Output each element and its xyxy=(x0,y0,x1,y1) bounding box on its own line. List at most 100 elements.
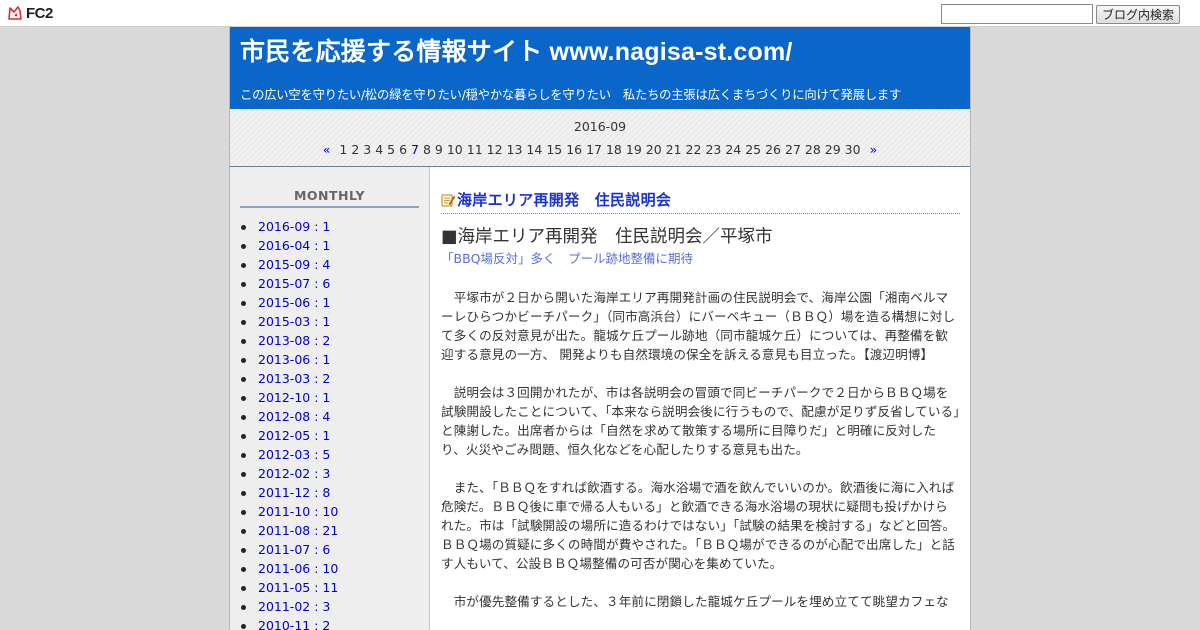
calendar-day: 11 xyxy=(466,142,483,157)
article-subheadline: 「BBQ場反対」多く プール跡地整備に期待 xyxy=(441,251,693,266)
monthly-item: 2015-03 : 1 xyxy=(240,312,419,331)
calendar-day[interactable]: 7 xyxy=(411,142,419,157)
monthly-archive-link[interactable]: 2011-10 : 10 xyxy=(258,504,338,519)
calendar-day: 15 xyxy=(546,142,563,157)
monthly-archive-link[interactable]: 2013-06 : 1 xyxy=(258,352,330,367)
calendar-day: 20 xyxy=(645,142,662,157)
calendar-day: 1 xyxy=(339,142,348,157)
main-content: 海岸エリア再開発 住民説明会 ■海岸エリア再開発 住民説明会／平塚市 「BBQ場… xyxy=(431,167,970,630)
blog-search-button[interactable]: ブログ内検索 xyxy=(1096,5,1180,24)
article-paragraph: また、「ＢＢＱをすれば飲酒する。海水浴場で酒を飲んでいいのか。飲酒後に海に入れば… xyxy=(441,480,956,571)
monthly-item: 2012-05 : 1 xyxy=(240,426,419,445)
calendar-prev-link[interactable]: « xyxy=(323,142,331,157)
monthly-archive-link[interactable]: 2011-08 : 21 xyxy=(258,523,338,538)
monthly-item: 2011-05 : 11 xyxy=(240,578,419,597)
monthly-archive-link[interactable]: 2013-03 : 2 xyxy=(258,371,330,386)
calendar-day: 9 xyxy=(434,142,443,157)
calendar-day: 19 xyxy=(625,142,642,157)
calendar-day: 30 xyxy=(844,142,861,157)
calendar-day: 21 xyxy=(665,142,682,157)
monthly-item: 2012-03 : 5 xyxy=(240,445,419,464)
calendar-day: 29 xyxy=(824,142,841,157)
blog-search-input[interactable] xyxy=(941,4,1093,24)
entry-title-link[interactable]: 海岸エリア再開発 住民説明会 xyxy=(457,189,671,210)
calendar-day-list: 1 2 3 4 5 6 7 8 9 10 11 12 13 14 15 16 1… xyxy=(339,142,860,157)
monthly-item: 2011-10 : 10 xyxy=(240,502,419,521)
calendar-next-link[interactable]: » xyxy=(870,142,878,157)
site-header: 市民を応援する情報サイト www.nagisa-st.com/ この広い空を守り… xyxy=(230,27,970,109)
calendar: 2016-09 « 1 2 3 4 5 6 7 8 9 10 11 12 13 1… xyxy=(230,109,970,167)
calendar-day: 24 xyxy=(725,142,742,157)
calendar-day: 13 xyxy=(506,142,523,157)
calendar-day: 16 xyxy=(566,142,583,157)
calendar-day: 12 xyxy=(486,142,503,157)
monthly-archive-link[interactable]: 2011-06 : 10 xyxy=(258,561,338,576)
monthly-archive-link[interactable]: 2016-04 : 1 xyxy=(258,238,330,253)
fc2-fox-icon xyxy=(7,5,23,21)
monthly-archive-link[interactable]: 2012-02 : 3 xyxy=(258,466,330,481)
monthly-archive-link[interactable]: 2012-10 : 1 xyxy=(258,390,330,405)
calendar-day: 4 xyxy=(375,142,384,157)
calendar-day: 18 xyxy=(605,142,622,157)
monthly-item: 2012-02 : 3 xyxy=(240,464,419,483)
monthly-item: 2015-09 : 4 xyxy=(240,255,419,274)
monthly-item: 2016-09 : 1 xyxy=(240,217,419,236)
sidebar: MONTHLY 2016-09 : 1 2016-04 : 1 2015-09 : … xyxy=(230,167,430,630)
monthly-item: 2012-08 : 4 xyxy=(240,407,419,426)
monthly-item: 2011-12 : 8 xyxy=(240,483,419,502)
monthly-archive-link[interactable]: 2015-06 : 1 xyxy=(258,295,330,310)
calendar-days: « 1 2 3 4 5 6 7 8 9 10 11 12 13 14 15 16 … xyxy=(230,142,970,157)
monthly-archive-link[interactable]: 2011-02 : 3 xyxy=(258,599,330,614)
calendar-day: 25 xyxy=(745,142,762,157)
monthly-archive-link[interactable]: 2016-09 : 1 xyxy=(258,219,330,234)
fc2-logo-text: FC2 xyxy=(26,4,53,22)
monthly-archive-link[interactable]: 2011-05 : 11 xyxy=(258,580,338,595)
monthly-archive-link[interactable]: 2010-11 : 2 xyxy=(258,618,330,630)
fc2-toolbar: FC2 ブログ内検索 xyxy=(0,0,1200,27)
monthly-item: 2011-07 : 6 xyxy=(240,540,419,559)
site-description: この広い空を守りたい/松の緑を守りたい/穏やかな暮らしを守りたい 私たちの主張は… xyxy=(240,88,902,102)
monthly-item: 2013-06 : 1 xyxy=(240,350,419,369)
monthly-archive-link[interactable]: 2012-08 : 4 xyxy=(258,409,330,424)
page-container: 市民を応援する情報サイト www.nagisa-st.com/ この広い空を守り… xyxy=(229,27,971,630)
body-area: MONTHLY 2016-09 : 1 2016-04 : 1 2015-09 : … xyxy=(230,167,970,630)
monthly-item: 2012-10 : 1 xyxy=(240,388,419,407)
entry-header: 海岸エリア再開発 住民説明会 xyxy=(441,189,960,214)
monthly-archive-link[interactable]: 2011-07 : 6 xyxy=(258,542,330,557)
monthly-item: 2011-06 : 10 xyxy=(240,559,419,578)
article-paragraph: 平塚市が２日から開いた海岸エリア再開発計画の住民説明会で、海岸公園「湘南ベルマー… xyxy=(441,290,956,362)
monthly-archive-link[interactable]: 2012-03 : 5 xyxy=(258,447,330,462)
calendar-day: 2 xyxy=(351,142,360,157)
monthly-item: 2015-07 : 6 xyxy=(240,274,419,293)
fc2-logo[interactable]: FC2 xyxy=(7,4,53,22)
monthly-item: 2010-11 : 2 xyxy=(240,616,419,630)
monthly-archive-link[interactable]: 2015-03 : 1 xyxy=(258,314,330,329)
calendar-day: 10 xyxy=(446,142,463,157)
monthly-item: 2011-08 : 21 xyxy=(240,521,419,540)
monthly-item: 2011-02 : 3 xyxy=(240,597,419,616)
calendar-day: 28 xyxy=(804,142,821,157)
article-paragraph: 市が優先整備するとした、３年前に閉鎖した龍城ケ丘プールを埋め立てて眺望カフェな xyxy=(441,594,949,609)
monthly-archive-link[interactable]: 2013-08 : 2 xyxy=(258,333,330,348)
monthly-item: 2013-08 : 2 xyxy=(240,331,419,350)
calendar-day: 6 xyxy=(399,142,408,157)
calendar-day: 8 xyxy=(422,142,431,157)
article-headline: ■海岸エリア再開発 住民説明会／平塚市 xyxy=(441,227,773,247)
calendar-day: 27 xyxy=(785,142,801,157)
monthly-archive-link[interactable]: 2015-07 : 6 xyxy=(258,276,330,291)
monthly-archive-link[interactable]: 2015-09 : 4 xyxy=(258,257,330,272)
article-paragraph: 説明会は３回開かれたが、市は各説明会の冒頭で同ビーチパークで２日からＢＢＱ場を試… xyxy=(441,385,960,457)
calendar-day: 5 xyxy=(387,142,396,157)
monthly-item: 2015-06 : 1 xyxy=(240,293,419,312)
monthly-archive-link[interactable]: 2012-05 : 1 xyxy=(258,428,330,443)
monthly-archive-list: 2016-09 : 1 2016-04 : 1 2015-09 : 4 2015-07… xyxy=(240,217,419,630)
site-title[interactable]: 市民を応援する情報サイト www.nagisa-st.com/ xyxy=(240,36,960,68)
monthly-item: 2013-03 : 2 xyxy=(240,369,419,388)
calendar-day: 17 xyxy=(586,142,602,157)
monthly-item: 2016-04 : 1 xyxy=(240,236,419,255)
calendar-day: 23 xyxy=(705,142,722,157)
calendar-month: 2016-09 xyxy=(573,119,627,134)
calendar-day: 22 xyxy=(685,142,702,157)
calendar-day: 3 xyxy=(363,142,372,157)
monthly-archive-link[interactable]: 2011-12 : 8 xyxy=(258,485,330,500)
